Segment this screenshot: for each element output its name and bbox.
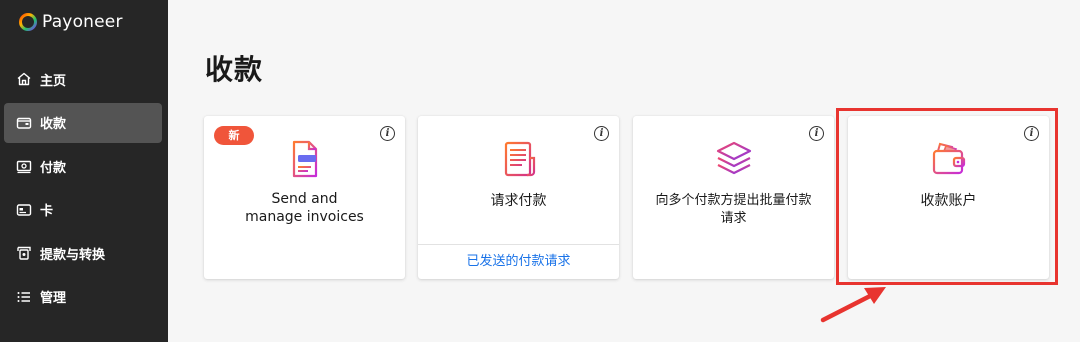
stack-icon xyxy=(713,138,755,180)
card-title: 请求付款 xyxy=(490,193,547,209)
payoneer-logo-icon xyxy=(19,13,37,31)
new-badge: 新 xyxy=(214,126,254,145)
card-title-line1: Send and xyxy=(271,191,338,207)
card-title-line2: manage invoices xyxy=(245,209,364,225)
sidebar-item-card[interactable]: 卡 xyxy=(4,190,162,230)
highlight-box xyxy=(836,108,1058,285)
sidebar-item-pay[interactable]: 付款 xyxy=(4,146,162,186)
sidebar: Payoneer 主页 收款 付款 卡 提款与转换 管理 xyxy=(0,0,168,342)
page-title: 收款 xyxy=(205,53,264,86)
sidebar-item-label: 付款 xyxy=(40,160,67,176)
sidebar-item-receive[interactable]: 收款 xyxy=(4,102,162,143)
wallet-icon xyxy=(15,114,33,132)
brand-name: Payoneer xyxy=(42,12,123,32)
sidebar-item-label: 提款与转换 xyxy=(40,247,106,263)
money-bill-icon xyxy=(15,157,33,175)
sidebar-item-manage[interactable]: 管理 xyxy=(4,277,162,317)
list-icon xyxy=(15,288,33,306)
sidebar-item-label: 主页 xyxy=(40,73,67,89)
card-title-line2: 请求 xyxy=(720,211,747,226)
card-invoices[interactable]: 新 i Send and manage invoices xyxy=(204,116,405,279)
sidebar-item-label: 收款 xyxy=(40,117,67,132)
sidebar-item-label: 管理 xyxy=(40,291,67,306)
card-batch-payment-request[interactable]: i 向多个付款方提出批量付款 请求 xyxy=(633,116,834,279)
sent-payment-requests-link[interactable]: 已发送的付款请求 xyxy=(418,244,619,279)
info-icon[interactable]: i xyxy=(380,126,395,141)
info-icon[interactable]: i xyxy=(809,126,824,141)
brand-logo[interactable]: Payoneer xyxy=(18,10,123,34)
card-title: 向多个付款方提出批量付款 请求 xyxy=(641,192,826,228)
sidebar-item-label: 卡 xyxy=(40,204,54,219)
invoice-icon xyxy=(284,138,326,180)
withdraw-icon xyxy=(15,244,33,262)
info-icon[interactable]: i xyxy=(594,126,609,141)
card-request-payment[interactable]: i 请求付款 已发送的付款请求 xyxy=(418,116,619,279)
card-icon xyxy=(15,201,33,219)
card-title: Send and manage invoices xyxy=(212,190,397,226)
sidebar-nav: 主页 收款 付款 卡 提款与转换 管理 xyxy=(4,59,162,320)
sidebar-item-home[interactable]: 主页 xyxy=(4,59,162,99)
home-icon xyxy=(15,70,33,88)
request-payment-icon xyxy=(498,138,540,180)
sidebar-item-withdraw[interactable]: 提款与转换 xyxy=(4,233,162,273)
card-title-line1: 向多个付款方提出批量付款 xyxy=(655,193,812,208)
